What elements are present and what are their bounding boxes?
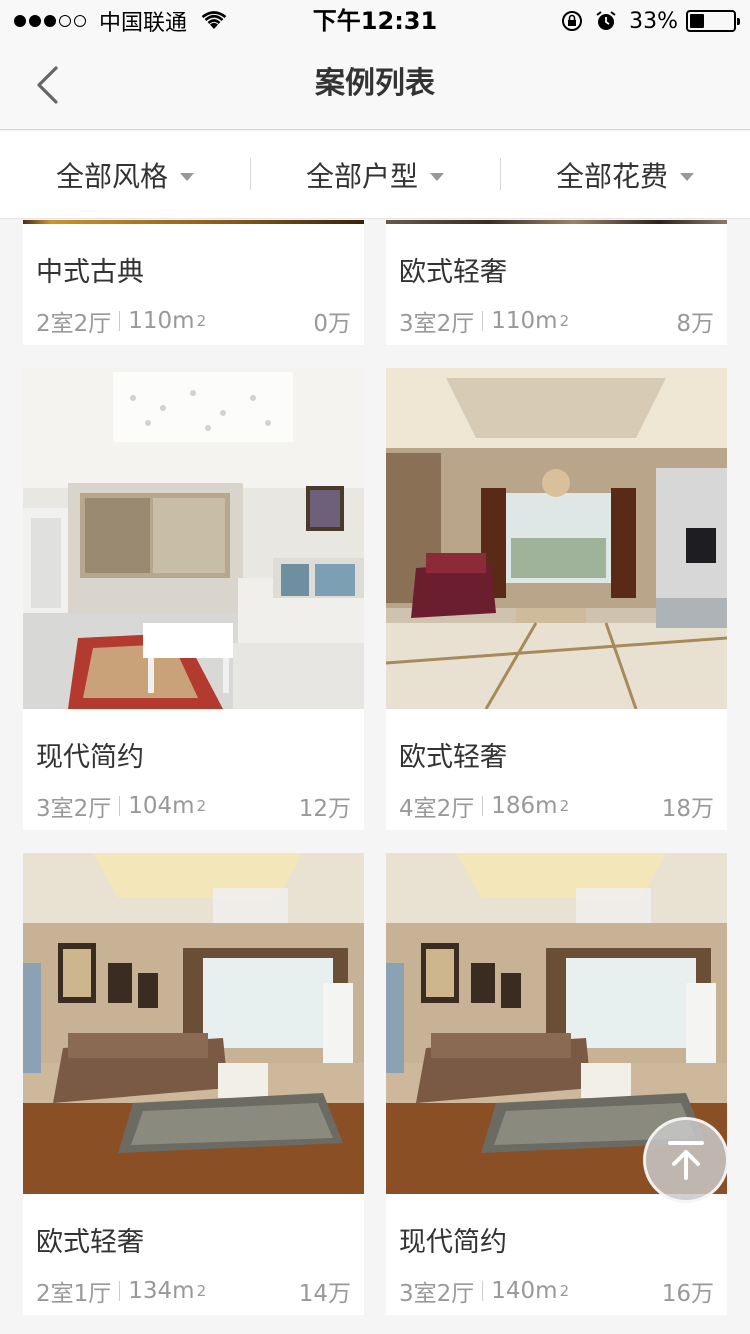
case-title: 欧式轻奢	[399, 742, 507, 773]
area-unit-superscript: 2	[559, 1282, 570, 1300]
case-area: 110m	[128, 308, 195, 334]
case-area: 140m	[491, 1278, 558, 1304]
battery-percent: 33%	[629, 8, 678, 34]
caret-down-icon	[680, 172, 694, 181]
rotation-lock-icon	[562, 11, 583, 31]
case-cost: 0万	[313, 311, 351, 337]
case-cost: 12万	[298, 796, 351, 822]
filter-cost-dropdown[interactable]: 全部花费	[500, 131, 750, 218]
case-area: 134m	[128, 1278, 195, 1304]
caret-down-icon	[180, 172, 194, 181]
case-photo	[23, 368, 364, 709]
case-card[interactable]: 中式古典 2室2厅 110m 2 0万	[23, 220, 364, 345]
signal-strength-icon	[14, 15, 89, 27]
chevron-left-icon	[37, 66, 58, 104]
arrow-up-to-top-icon	[668, 1141, 704, 1180]
case-cost: 16万	[661, 1281, 714, 1307]
area-unit-superscript: 2	[559, 312, 570, 330]
case-layout: 2室2厅	[36, 311, 112, 337]
back-to-top-button[interactable]	[643, 1117, 729, 1203]
case-title: 欧式轻奢	[399, 257, 507, 288]
case-layout: 3室2厅	[36, 796, 112, 822]
case-title: 欧式轻奢	[36, 1227, 144, 1258]
case-meta: 2室2厅 110m 2	[36, 304, 206, 338]
area-unit-superscript: 2	[196, 797, 207, 815]
case-photo	[386, 368, 727, 709]
case-meta: 3室2厅 104m 2	[36, 789, 206, 823]
case-card[interactable]: 欧式轻奢 2室1厅 134m 2 14万	[23, 853, 364, 1315]
filter-bar: 全部风格 全部户型 全部花费	[0, 131, 750, 219]
case-card[interactable]: 欧式轻奢 4室2厅 186m 2 18万	[386, 368, 727, 830]
case-title: 现代简约	[36, 742, 144, 773]
wifi-icon	[201, 11, 227, 29]
case-meta: 4室2厅 186m 2	[399, 789, 569, 823]
case-cost: 18万	[661, 796, 714, 822]
case-layout: 2室1厅	[36, 1281, 112, 1307]
status-bar: 中国联通 下午12:31 33%	[0, 0, 750, 40]
case-meta: 3室2厅 110m 2	[399, 304, 569, 338]
case-card[interactable]: 现代简约 3室2厅 104m 2 12万	[23, 368, 364, 830]
case-cost: 8万	[676, 311, 714, 337]
area-unit-superscript: 2	[196, 312, 207, 330]
back-button[interactable]	[22, 60, 72, 110]
case-card[interactable]: 欧式轻奢 3室2厅 110m 2 8万	[386, 220, 727, 345]
caret-down-icon	[430, 172, 444, 181]
case-photo	[23, 853, 364, 1194]
page-title: 案例列表	[315, 66, 435, 101]
filter-layout-dropdown[interactable]: 全部户型	[250, 131, 500, 218]
case-list: 中式古典 2室2厅110m2 0万 欧式轻奢 3室2厅110m2 8万	[0, 220, 750, 1334]
battery-icon	[686, 10, 740, 32]
case-meta: 3室2厅 140m 2	[399, 1274, 569, 1308]
case-layout: 3室2厅	[399, 1281, 475, 1307]
navigation-bar: 案例列表	[0, 40, 750, 130]
filter-label: 全部风格	[55, 159, 168, 193]
case-meta: 2室1厅 134m 2	[36, 1274, 206, 1308]
filter-label: 全部户型	[305, 159, 418, 193]
area-unit-superscript: 2	[559, 797, 570, 815]
case-area: 104m	[128, 793, 195, 819]
filter-style-dropdown[interactable]: 全部风格	[0, 131, 250, 218]
carrier-name: 中国联通	[99, 11, 188, 36]
case-title: 中式古典	[36, 257, 144, 288]
filter-label: 全部花费	[555, 159, 668, 193]
case-card[interactable]: 现代简约 3室2厅 140m 2 16万	[386, 853, 727, 1315]
area-unit-superscript: 2	[196, 1282, 207, 1300]
case-layout: 4室2厅	[399, 796, 475, 822]
case-area: 110m	[491, 308, 558, 334]
case-cost: 14万	[298, 1281, 351, 1307]
case-area: 186m	[491, 793, 558, 819]
alarm-icon	[596, 11, 616, 30]
case-title: 现代简约	[399, 1227, 507, 1258]
case-layout: 3室2厅	[399, 311, 475, 337]
